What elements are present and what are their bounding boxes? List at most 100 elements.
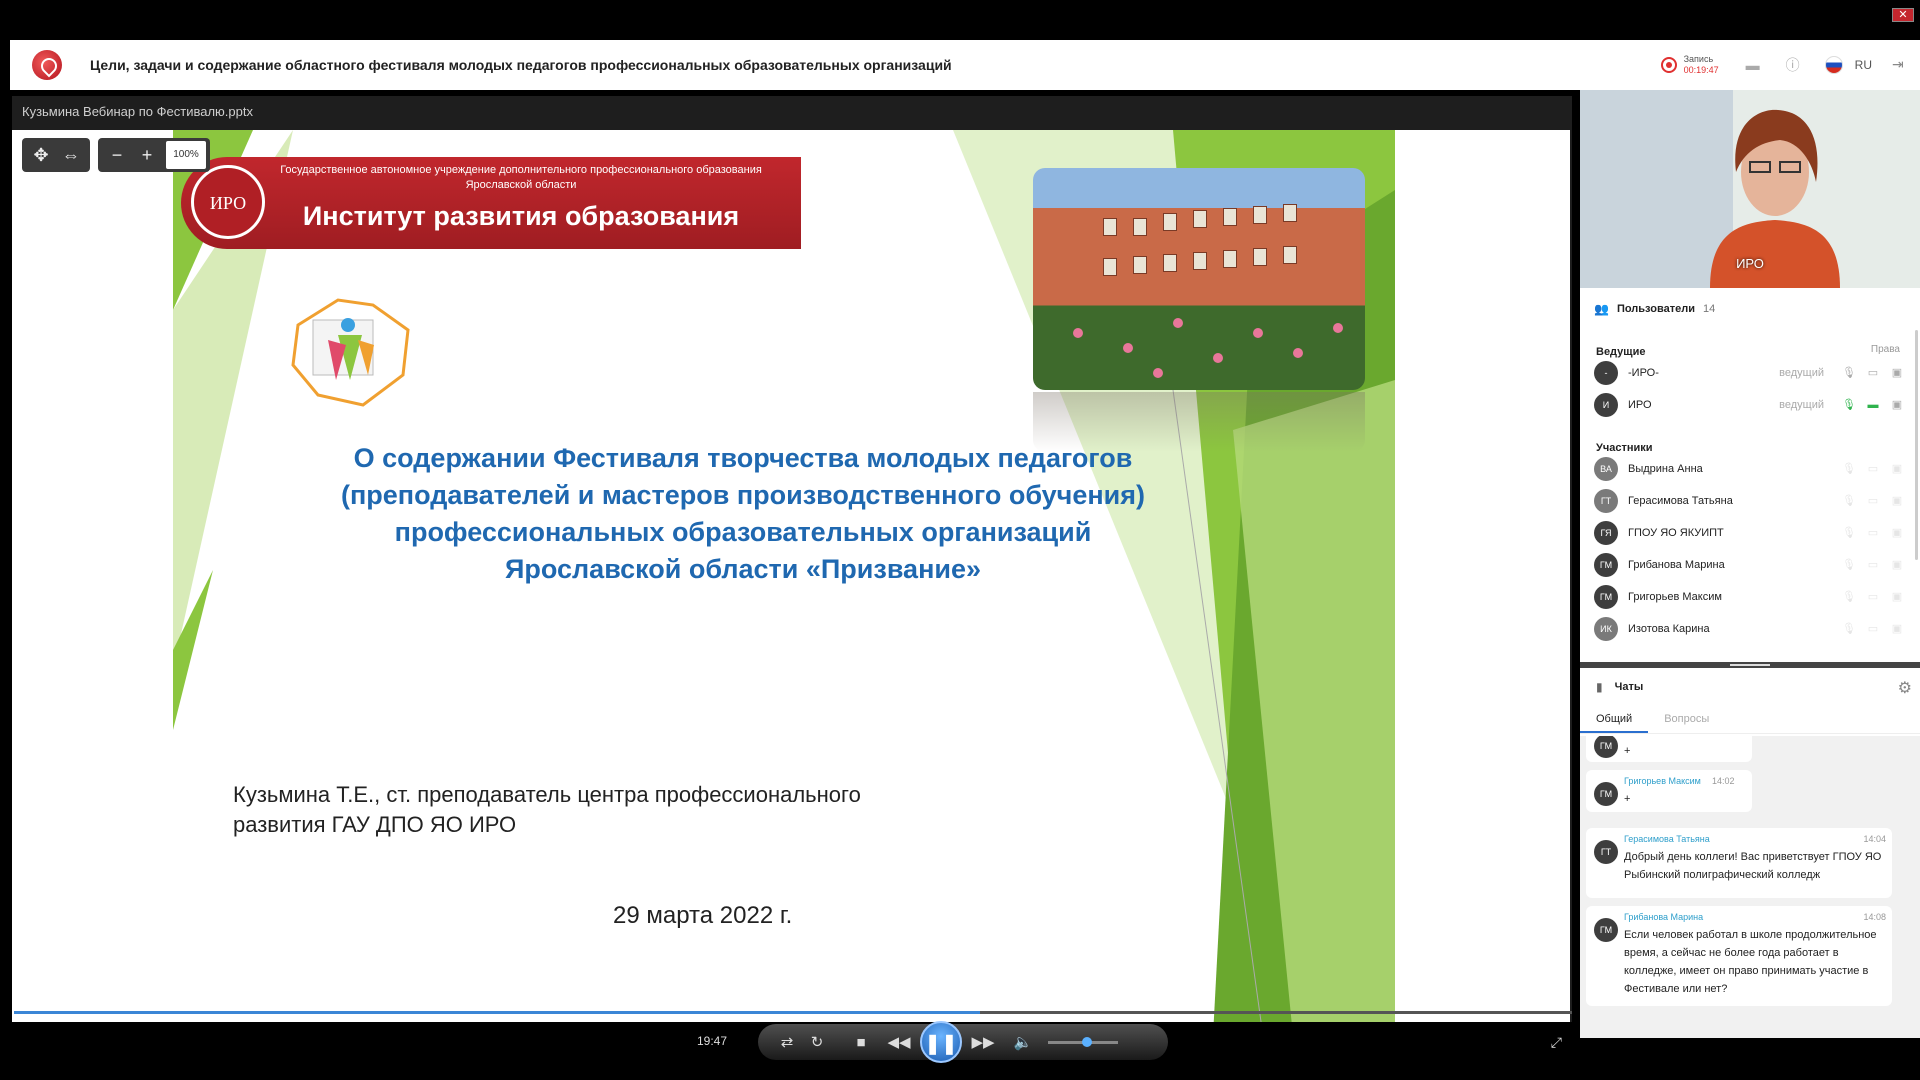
camera-icon[interactable]: ▭ bbox=[1866, 591, 1880, 603]
fast-forward-button[interactable]: ▶▶ bbox=[968, 1033, 998, 1051]
zoom-out-button[interactable]: − bbox=[102, 140, 132, 170]
user-name: ГПОУ ЯО ЯКУИПТ bbox=[1628, 527, 1724, 539]
pause-button[interactable]: ❚❚ bbox=[920, 1021, 962, 1063]
participant-row[interactable]: ВА Выдрина Анна 🎙 ▭ ▣ bbox=[1594, 456, 1904, 482]
app-logo-icon bbox=[32, 50, 62, 80]
camera-icon[interactable]: ▭ bbox=[1866, 527, 1880, 539]
volume-icon[interactable]: 🔈 bbox=[1008, 1033, 1038, 1051]
participant-row[interactable]: ГТ Герасимова Татьяна 🎙 ▭ ▣ bbox=[1594, 488, 1904, 514]
repeat-icon[interactable]: ↻ bbox=[802, 1033, 832, 1051]
camera-icon[interactable]: ▭ bbox=[1866, 623, 1880, 635]
org-subtitle: Государственное автономное учреждение до… bbox=[280, 164, 762, 191]
volume-slider[interactable] bbox=[1048, 1036, 1118, 1047]
splitter-grip[interactable] bbox=[1730, 664, 1770, 666]
mic-icon[interactable]: 🎙 bbox=[1842, 559, 1856, 571]
camera-on-icon[interactable]: ▬ bbox=[1866, 399, 1880, 411]
user-name: Изотова Карина bbox=[1628, 623, 1710, 635]
playback-time: 19:47 bbox=[697, 1034, 728, 1048]
mic-icon[interactable]: 🎙 bbox=[1842, 495, 1856, 507]
transport-controls: ⇄ ↻ ■ ◀◀ ❚❚ ▶▶ 🔈 bbox=[758, 1021, 1168, 1063]
zoom-level: 100% bbox=[166, 141, 206, 169]
tab-general[interactable]: Общий bbox=[1580, 706, 1649, 733]
hosts-label: Ведущие bbox=[1596, 346, 1646, 358]
record-status: Запись 00:19:47 bbox=[1684, 54, 1719, 76]
record-icon[interactable] bbox=[1660, 57, 1677, 73]
zoom-tools: − + 100% bbox=[98, 138, 210, 172]
host-row[interactable]: - -ИРО- ведущий 🎙 ▭ ▣ bbox=[1594, 360, 1904, 386]
slide: ИРО Государственное автономное учреждени… bbox=[173, 130, 1395, 1036]
rewind-button[interactable]: ◀◀ bbox=[884, 1033, 914, 1051]
presenter-video: ИРО bbox=[1580, 90, 1920, 288]
mic-icon[interactable]: 🎙 bbox=[1842, 591, 1856, 603]
users-label: Пользователи bbox=[1616, 303, 1695, 315]
screen-share-icon[interactable]: ▣ bbox=[1890, 495, 1904, 507]
side-panel: ИРО 👥 Пользователи 14 Ведущие Права - -И… bbox=[1580, 90, 1920, 1038]
participant-row[interactable]: ГМ Григорьев Максим 🎙 ▭ ▣ bbox=[1594, 584, 1904, 610]
users-icon: 👥 bbox=[1594, 302, 1609, 316]
message-time: 14:02 bbox=[1712, 776, 1735, 786]
window-close-button[interactable]: ✕ bbox=[1892, 8, 1914, 22]
mic-on-icon[interactable]: 🎙 bbox=[1842, 399, 1856, 411]
playback-progress-fill bbox=[14, 1011, 980, 1014]
screen-share-icon[interactable]: ▣ bbox=[1890, 559, 1904, 571]
chat-message: ГТ Герасимова Татьяна 14:04 Добрый день … bbox=[1586, 828, 1892, 898]
user-role: ведущий bbox=[1779, 399, 1824, 411]
avatar: ГМ bbox=[1594, 585, 1618, 609]
record-label: Запись bbox=[1683, 54, 1714, 64]
panel-splitter[interactable] bbox=[1580, 662, 1920, 668]
camera-icon[interactable]: ▭ bbox=[1866, 495, 1880, 507]
screen-share-icon[interactable]: ▣ bbox=[1890, 591, 1904, 603]
presentation-file-name: Кузьмина Вебинар по Фестивалю.pptx bbox=[22, 104, 253, 119]
chat-message: ГМ Григорьев Максим 14:02 + bbox=[1586, 770, 1752, 812]
fullscreen-icon[interactable]: ⤢ bbox=[1551, 1034, 1562, 1051]
language-selector[interactable]: RU bbox=[1855, 58, 1872, 72]
avatar: - bbox=[1594, 361, 1618, 385]
message-author: Грибанова Марина bbox=[1624, 912, 1704, 922]
user-role: ведущий bbox=[1779, 367, 1824, 379]
mic-icon[interactable]: 🎙 bbox=[1842, 463, 1856, 475]
folder-icon[interactable]: ▬ bbox=[1745, 58, 1761, 72]
gear-icon[interactable]: ⚙ bbox=[1898, 678, 1912, 698]
rights-label: Права bbox=[1870, 344, 1900, 355]
message-text: Если человек работал в школе продолжител… bbox=[1624, 929, 1877, 995]
participant-row[interactable]: ИК Изотова Карина 🎙 ▭ ▣ bbox=[1594, 616, 1904, 642]
participant-row[interactable]: ГЯ ГПОУ ЯО ЯКУИПТ 🎙 ▭ ▣ bbox=[1594, 520, 1904, 546]
chat-tabs: Общий Вопросы bbox=[1580, 706, 1920, 734]
message-text: + bbox=[1624, 745, 1631, 757]
screen: { "header": { "title": "Цели, задачи и с… bbox=[0, 0, 1920, 1080]
iro-logo: ИРО bbox=[191, 165, 265, 239]
stop-button[interactable]: ■ bbox=[846, 1034, 876, 1051]
screen-share-icon[interactable]: ▣ bbox=[1890, 463, 1904, 475]
shuffle-icon[interactable]: ⇄ bbox=[772, 1033, 802, 1051]
playback-progress-bar[interactable] bbox=[14, 1011, 1572, 1014]
exit-icon[interactable]: ⇥ bbox=[1892, 57, 1908, 73]
host-row[interactable]: И ИРО ведущий 🎙 ▬ ▣ bbox=[1594, 392, 1904, 418]
russian-flag-icon[interactable] bbox=[1824, 56, 1843, 74]
info-icon[interactable]: ⓘ bbox=[1785, 58, 1801, 72]
zoom-in-button[interactable]: + bbox=[132, 140, 162, 170]
camera-off-icon[interactable]: ▭ bbox=[1866, 367, 1880, 379]
users-scrollbar[interactable] bbox=[1915, 330, 1918, 560]
tab-questions[interactable]: Вопросы bbox=[1648, 706, 1725, 733]
camera-icon[interactable]: ▭ bbox=[1866, 559, 1880, 571]
screen-share-icon[interactable]: ▣ bbox=[1890, 399, 1904, 411]
screen-share-icon[interactable]: ▣ bbox=[1890, 527, 1904, 539]
slide-title: О содержании Фестиваля творчества молоды… bbox=[340, 443, 1146, 584]
chat-messages: ГМ + ГМ Григорьев Максим 14:02 + ГТ Гера… bbox=[1580, 736, 1920, 1038]
screen-share-icon[interactable]: ▣ bbox=[1890, 623, 1904, 635]
participant-row[interactable]: ГМ Грибанова Марина 🎙 ▭ ▣ bbox=[1594, 552, 1904, 578]
mic-icon[interactable]: 🎙 bbox=[1842, 527, 1856, 539]
screen-share-icon[interactable]: ▣ bbox=[1890, 367, 1904, 379]
message-author: Григорьев Максим bbox=[1624, 776, 1701, 786]
move-icon[interactable]: ✥ bbox=[26, 140, 56, 170]
fit-width-icon[interactable]: ⇔ bbox=[56, 140, 86, 170]
users-header: 👥 Пользователи 14 bbox=[1580, 294, 1920, 324]
participants-label: Участники bbox=[1596, 442, 1653, 454]
volume-knob[interactable] bbox=[1081, 1036, 1092, 1047]
message-text: + bbox=[1624, 793, 1631, 805]
mic-off-icon[interactable]: 🎙 bbox=[1842, 367, 1856, 379]
mic-icon[interactable]: 🎙 bbox=[1842, 623, 1856, 635]
camera-icon[interactable]: ▭ bbox=[1866, 463, 1880, 475]
player-controls: 19:47 ⇄ ↻ ■ ◀◀ ❚❚ ▶▶ 🔈 ⤢ bbox=[12, 1021, 1572, 1063]
header-controls: Запись 00:19:47 ▬ ⓘ RU ⇥ bbox=[1660, 40, 1920, 90]
